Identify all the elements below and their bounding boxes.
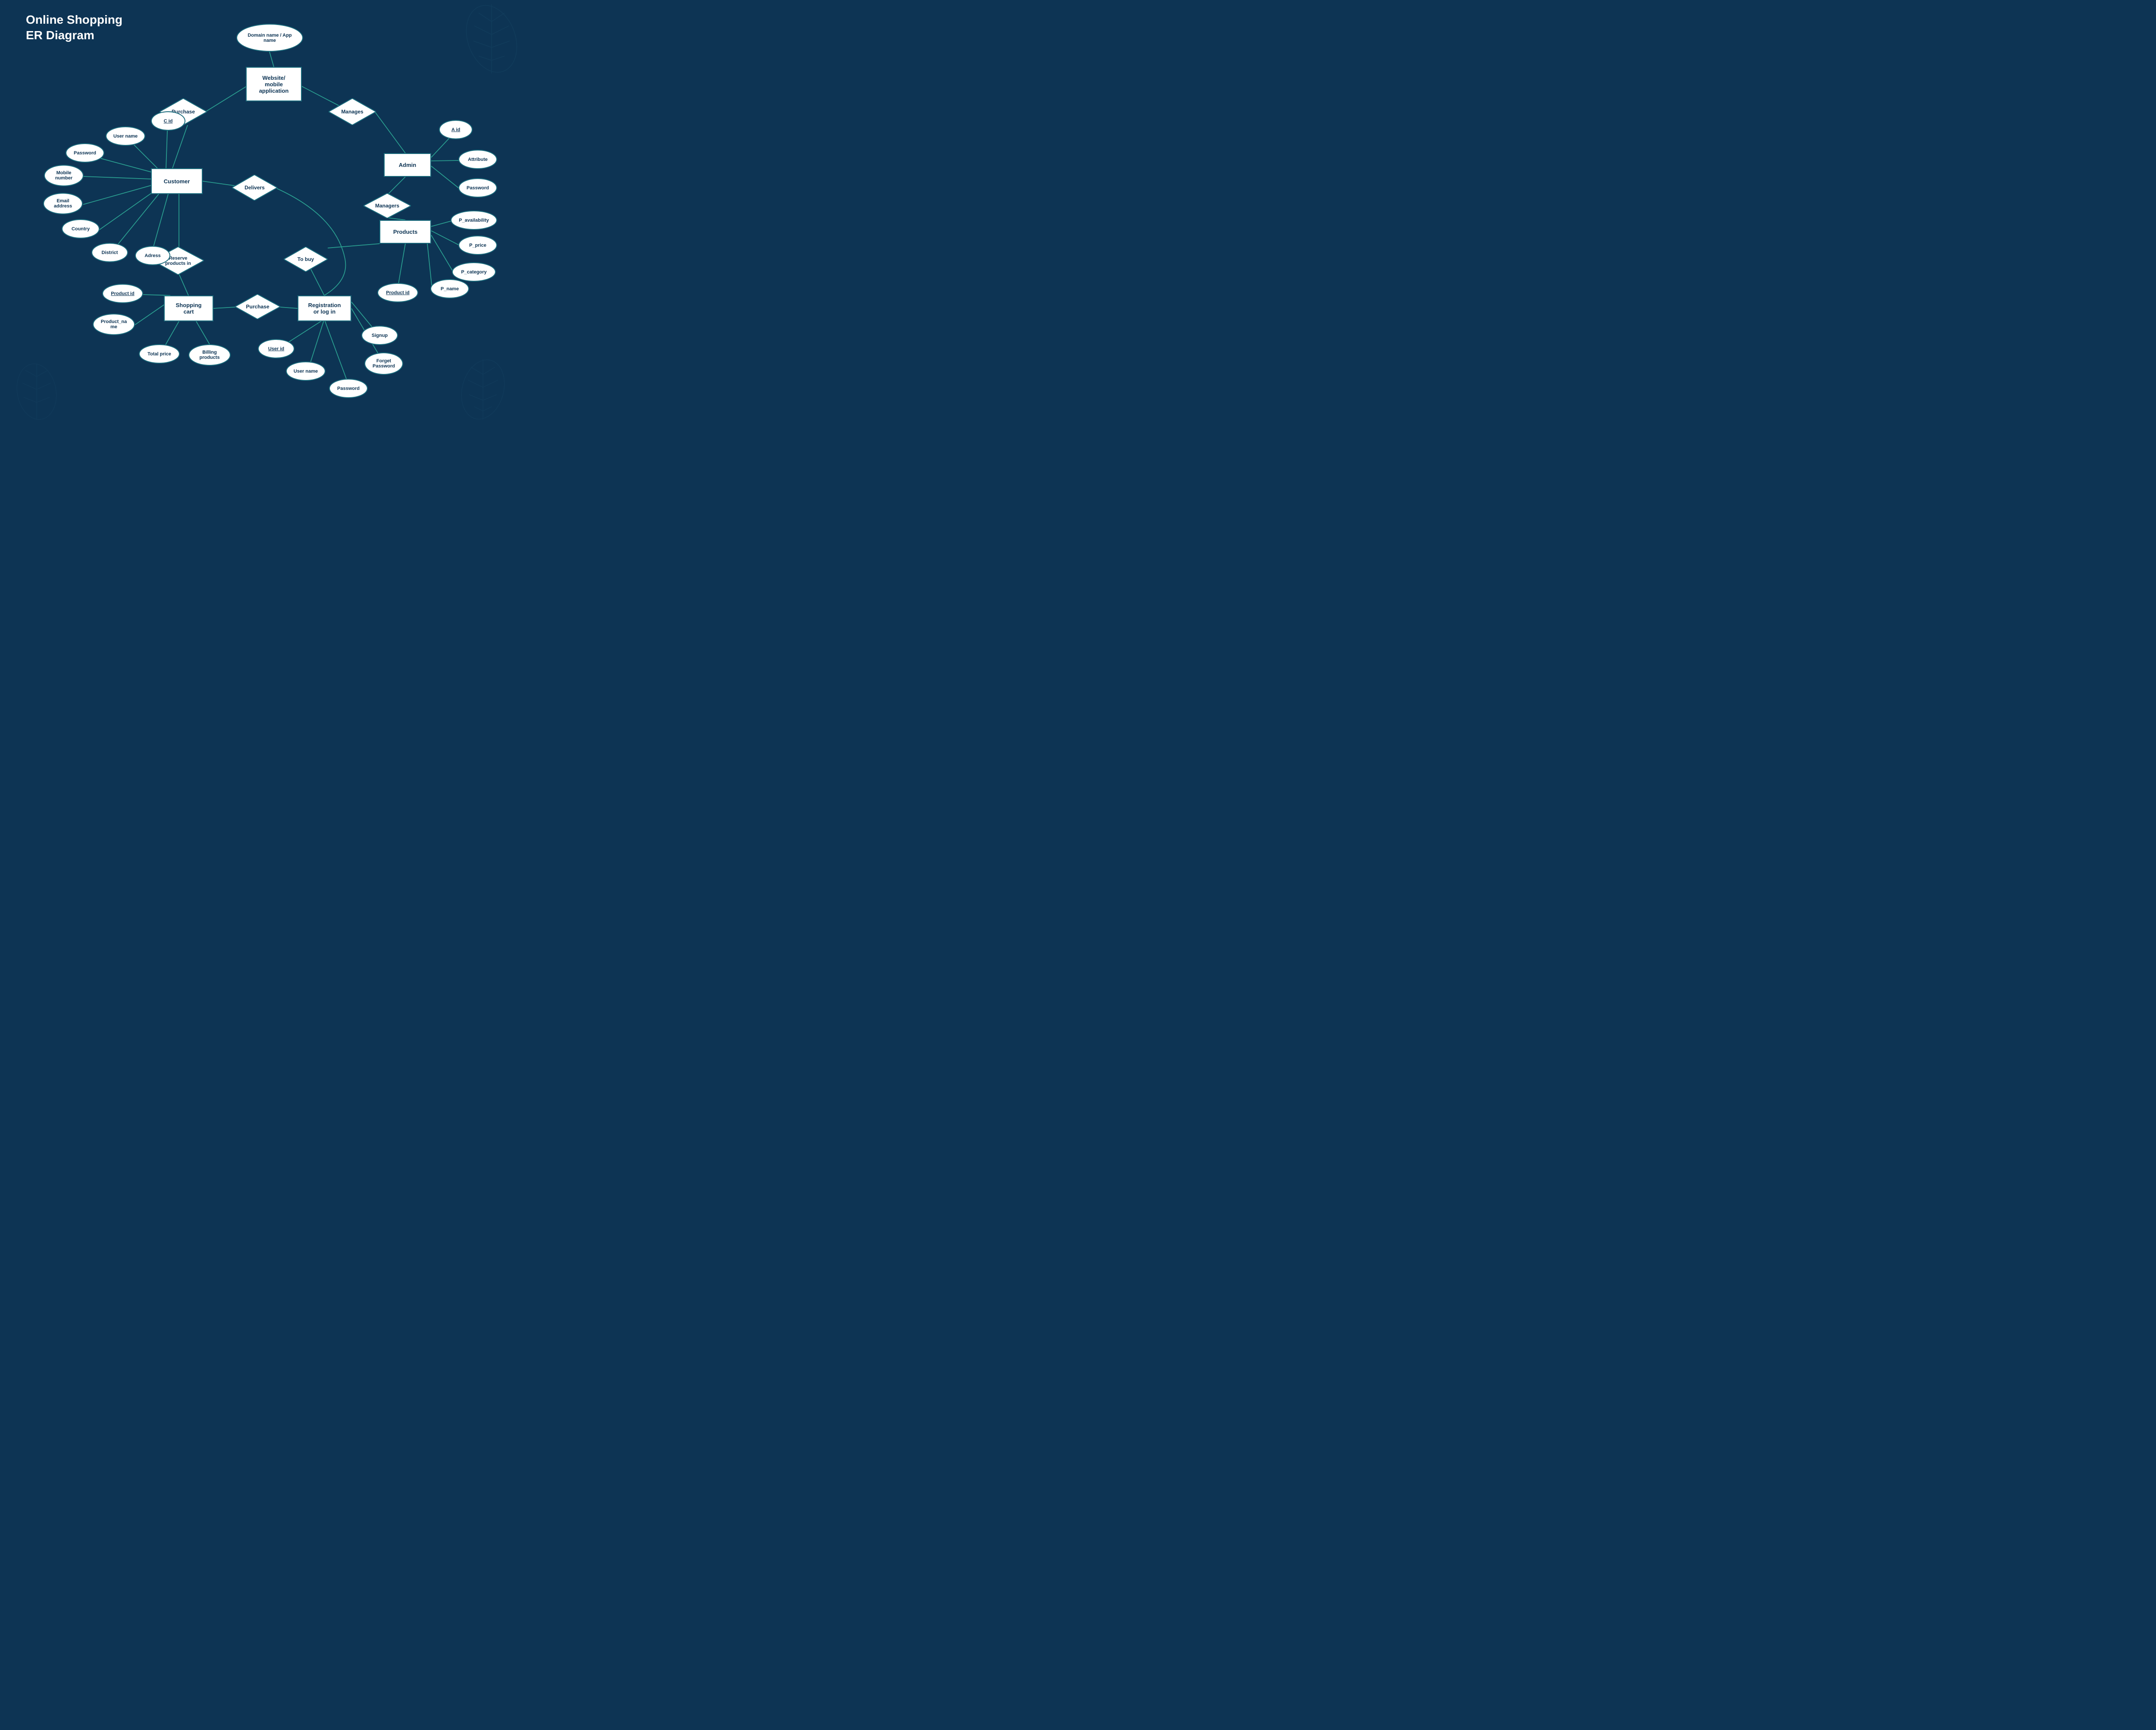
- attribute-user-id: User id: [258, 339, 295, 358]
- attribute-p-price: P_price: [458, 235, 497, 255]
- attribute-adress: Adress: [135, 246, 170, 265]
- attribute-forget-password: ForgetPassword: [364, 352, 403, 375]
- attribute-password-customer: Password: [66, 143, 104, 163]
- attribute-p-name: P_name: [430, 279, 469, 298]
- attribute-p-category: P_category: [452, 262, 496, 282]
- entity-products: Products: [379, 220, 431, 244]
- attribute-signup: Signup: [361, 326, 398, 345]
- relationship-to-buy: To buy: [284, 247, 328, 272]
- attribute-billing-products: Billingproducts: [188, 344, 231, 366]
- er-diagram: .conn { stroke: #2a9d8f; stroke-width: 1…: [0, 0, 539, 433]
- relationship-delivers: Delivers: [232, 175, 277, 201]
- attribute-p-availability: P_availability: [451, 210, 497, 230]
- attribute-a-id: A id: [439, 120, 473, 139]
- relationship-purchase-bottom: Purchase: [235, 294, 280, 319]
- attribute-product-id-cart: Product id: [102, 284, 143, 303]
- entity-admin: Admin: [384, 153, 431, 177]
- entity-website: Website/mobileapplication: [246, 67, 302, 101]
- entity-customer: Customer: [151, 168, 203, 194]
- attribute-product-name-cart: Product_name: [93, 314, 135, 335]
- entity-shopping-cart: Shoppingcart: [164, 295, 213, 321]
- attribute-district: District: [91, 243, 128, 262]
- attribute-email-address: Emailaddress: [43, 193, 83, 214]
- attribute-product-id-products: Product id: [377, 283, 418, 302]
- attribute-user-name-registration: User name: [286, 361, 326, 381]
- relationship-manages: Manages: [329, 98, 376, 125]
- attribute-user-name-customer: User name: [106, 126, 145, 146]
- attribute-domain-name: Domain name / Appname: [236, 24, 303, 52]
- attribute-password-admin: Password: [458, 178, 497, 198]
- relationship-managers: Managers: [364, 193, 411, 218]
- entity-registration: Registrationor log in: [298, 295, 351, 321]
- attribute-total-price: Total price: [139, 344, 180, 364]
- attribute-password-registration: Password: [329, 379, 368, 398]
- attribute-country: Country: [62, 219, 100, 239]
- attribute-attribute-admin: Attribute: [458, 150, 497, 169]
- page-title: Online ShoppingER Diagram: [26, 12, 122, 44]
- attribute-mobile-number: Mobilenumber: [44, 165, 84, 186]
- attribute-c-id: C id: [151, 111, 185, 131]
